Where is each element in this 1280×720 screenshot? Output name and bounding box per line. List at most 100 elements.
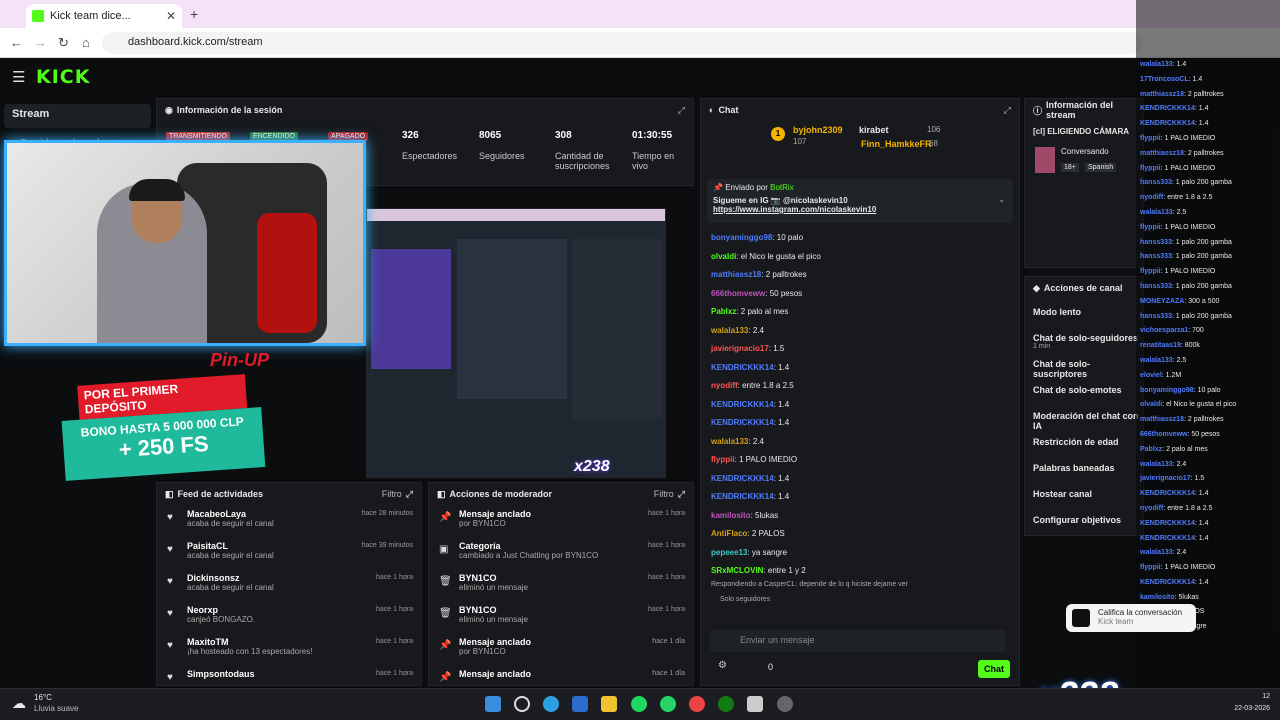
chat-message[interactable]: flyppii: 1 PALO IMEDIO (711, 451, 1009, 470)
chat-message[interactable]: 666thomveww: 50 pesos (711, 285, 1009, 304)
kick-logo[interactable]: KICK (36, 66, 90, 88)
channel-action[interactable]: Restricción de edad (1025, 437, 1143, 463)
top-gifter-1[interactable]: byjohn2309 (793, 125, 843, 135)
store-icon[interactable] (572, 696, 588, 712)
search-icon[interactable] (514, 696, 530, 712)
top-gifter-3[interactable]: Finn_HamkkeFR (861, 139, 932, 149)
sidebar-item-stream[interactable]: Stream (4, 104, 151, 128)
chat-message[interactable]: Pablxz: 2 palo al mes (711, 303, 1009, 322)
whatsapp-icon[interactable] (660, 696, 676, 712)
reload-icon[interactable]: ↻ (58, 35, 69, 51)
channel-action[interactable]: Configurar objetivos (1025, 515, 1143, 535)
chat-username[interactable]: walala133 (711, 326, 748, 335)
mod-row[interactable]: 📌 Mensaje anclado hace 1 día (429, 665, 693, 685)
chat-username[interactable]: bonyaminggo98 (711, 233, 772, 242)
chat-message[interactable]: walala133: 2.4 (711, 322, 1009, 341)
chat-username[interactable]: KENDRICKKK14 (711, 363, 774, 372)
chat-message[interactable]: olvaldi: el Nico le gusta el pico (711, 248, 1009, 267)
mod-row[interactable]: 📌 Mensaje anclado por BYN1CO hace 1 hora (429, 505, 693, 537)
chat-message[interactable]: pepeee13: ya sangre (711, 544, 1009, 563)
chat-message[interactable]: AntiFlaco: 2 PALOS (711, 525, 1009, 544)
mod-row[interactable]: 🗑 BYN1CO eliminó un mensaje hace 1 hora (429, 569, 693, 601)
chat-username[interactable]: javierignacio17 (711, 344, 769, 353)
channel-action[interactable]: Modo lento (1025, 307, 1143, 333)
toast-notification[interactable]: Califica la conversación Kick team (1066, 604, 1196, 632)
back-icon[interactable]: ← (10, 35, 23, 50)
channel-action[interactable]: Chat de solo-emotes (1025, 385, 1143, 411)
stream-preview[interactable] (366, 208, 666, 478)
forward-icon[interactable]: → (34, 35, 47, 50)
channel-action[interactable]: Moderación del chat con IA (1025, 411, 1143, 437)
chat-username[interactable]: kamilosito (711, 511, 751, 520)
chat-username[interactable]: walala133 (711, 437, 748, 446)
channel-action[interactable]: Hostear canal (1025, 489, 1143, 515)
feed-row[interactable]: ♥ PaisitaCL acaba de seguir el canal hace 3… (157, 537, 421, 569)
chat-username[interactable]: KENDRICKKK14 (711, 418, 774, 427)
tag-language[interactable]: Spanish (1085, 163, 1117, 172)
chat-message[interactable]: javierignacio17: 1.5 (711, 340, 1009, 359)
chat-username[interactable]: pepeee13 (711, 548, 747, 557)
mod-filter[interactable]: Filtro (654, 489, 674, 499)
feed-row[interactable]: ♥ MacabeoLaya acaba de seguir el canal hace… (157, 505, 421, 537)
send-button[interactable]: Chat (978, 660, 1010, 678)
new-tab-icon[interactable]: + (190, 6, 198, 22)
chat-message[interactable]: KENDRICKKK14: 1.4 (711, 359, 1009, 378)
top-gifter-2[interactable]: kirabet (859, 125, 889, 135)
xbox-icon[interactable] (718, 696, 734, 712)
chat-message[interactable]: KENDRICKKK14: 1.4 (711, 488, 1009, 507)
spotify-icon[interactable] (631, 696, 647, 712)
chat-username[interactable]: 666thomveww (711, 289, 765, 298)
address-bar[interactable]: dashboard.kick.com/stream (102, 32, 1142, 54)
stream-category[interactable]: Conversando (1061, 147, 1109, 156)
chat-message[interactable]: nyodiff: entre 1.8 a 2.5 (711, 377, 1009, 396)
chat-username[interactable]: KENDRICKKK14 (711, 400, 774, 409)
feed-row[interactable]: ♥ Dickinsonsz acaba de seguir el canal hace… (157, 569, 421, 601)
expand-icon[interactable]: ⤢ (678, 489, 685, 500)
clock-date[interactable]: 22-03-2026 (1234, 705, 1270, 712)
pinned-link[interactable]: https://www.instagram.com/nicolaskevin10 (713, 205, 1007, 214)
menu-icon[interactable]: ☰ (12, 68, 25, 86)
obs-icon[interactable] (777, 696, 793, 712)
chat-message[interactable]: matthiassz18: 2 palltrokes (711, 266, 1009, 285)
chat-username[interactable]: nyodiff (711, 381, 738, 390)
chat-message[interactable]: KENDRICKKK14: 1.4 (711, 470, 1009, 489)
tag-18[interactable]: 18+ (1061, 163, 1079, 172)
chat-username[interactable]: matthiassz18 (711, 270, 761, 279)
mod-row[interactable]: ▣ Categoría cambiado a Just Chatting por B… (429, 537, 693, 569)
feed-row[interactable]: ♥ Neorxp canjeó BONGAZO. hace 1 hora (157, 601, 421, 633)
mod-row[interactable]: 📌 Mensaje anclado por BYN1CO hace 1 día (429, 633, 693, 665)
expand-icon[interactable]: ⤢ (1004, 105, 1011, 116)
chrome-icon[interactable] (689, 696, 705, 712)
feed-row[interactable]: ♥ MaxitoTM ¡ha hosteado con 13 espectadore… (157, 633, 421, 665)
chat-username[interactable]: flyppii (711, 455, 735, 464)
chevron-down-icon[interactable]: ⌄ (998, 195, 1005, 204)
chat-username[interactable]: Pablxz (711, 307, 736, 316)
app-icon[interactable] (747, 696, 763, 712)
chat-message[interactable]: walala133: 2.4 (711, 433, 1009, 452)
chat-username[interactable]: KENDRICKKK14 (711, 492, 774, 501)
pinned-user[interactable]: BotRix (770, 183, 794, 192)
chat-username[interactable]: SRxMCLOVIN (711, 566, 763, 575)
chat-username[interactable]: AntiFlaco (711, 529, 747, 538)
chat-message[interactable]: kamilosito: 5lukas (711, 507, 1009, 526)
expand-icon[interactable]: ⤢ (406, 489, 413, 500)
browser-tab[interactable]: Kick team dice... ✕ (26, 4, 182, 28)
chat-username[interactable]: KENDRICKKK14 (711, 474, 774, 483)
chat-message[interactable]: SRxMCLOVIN: entre 1 y 2 (711, 562, 1009, 581)
chat-message[interactable]: KENDRICKKK14: 1.4 (711, 414, 1009, 433)
weather-temp[interactable]: 16°C (34, 693, 52, 702)
settings-icon[interactable]: ⚙ (718, 660, 727, 671)
chat-message[interactable]: KENDRICKKK14: 1.4 (711, 396, 1009, 415)
start-icon[interactable] (485, 696, 501, 712)
edge-icon[interactable] (543, 696, 559, 712)
clock-time[interactable]: 12 (1262, 693, 1270, 700)
expand-icon[interactable]: ⤢ (678, 105, 685, 116)
pinned-message[interactable]: 📌 Enviado por BotRix Sigueme en IG 📷 @ni… (707, 179, 1013, 223)
channel-action[interactable]: Chat de solo-seguidores 1 min (1025, 333, 1143, 359)
folder-icon[interactable] (601, 696, 617, 712)
feed-row[interactable]: ♥ Simpsontodaus hace 1 hora (157, 665, 421, 685)
channel-action[interactable]: Palabras baneadas (1025, 463, 1143, 489)
chat-message[interactable]: bonyaminggo98: 10 palo (711, 229, 1009, 248)
mod-row[interactable]: 🗑 BYN1CO eliminó un mensaje hace 1 hora (429, 601, 693, 633)
chat-username[interactable]: olvaldi (711, 252, 736, 261)
